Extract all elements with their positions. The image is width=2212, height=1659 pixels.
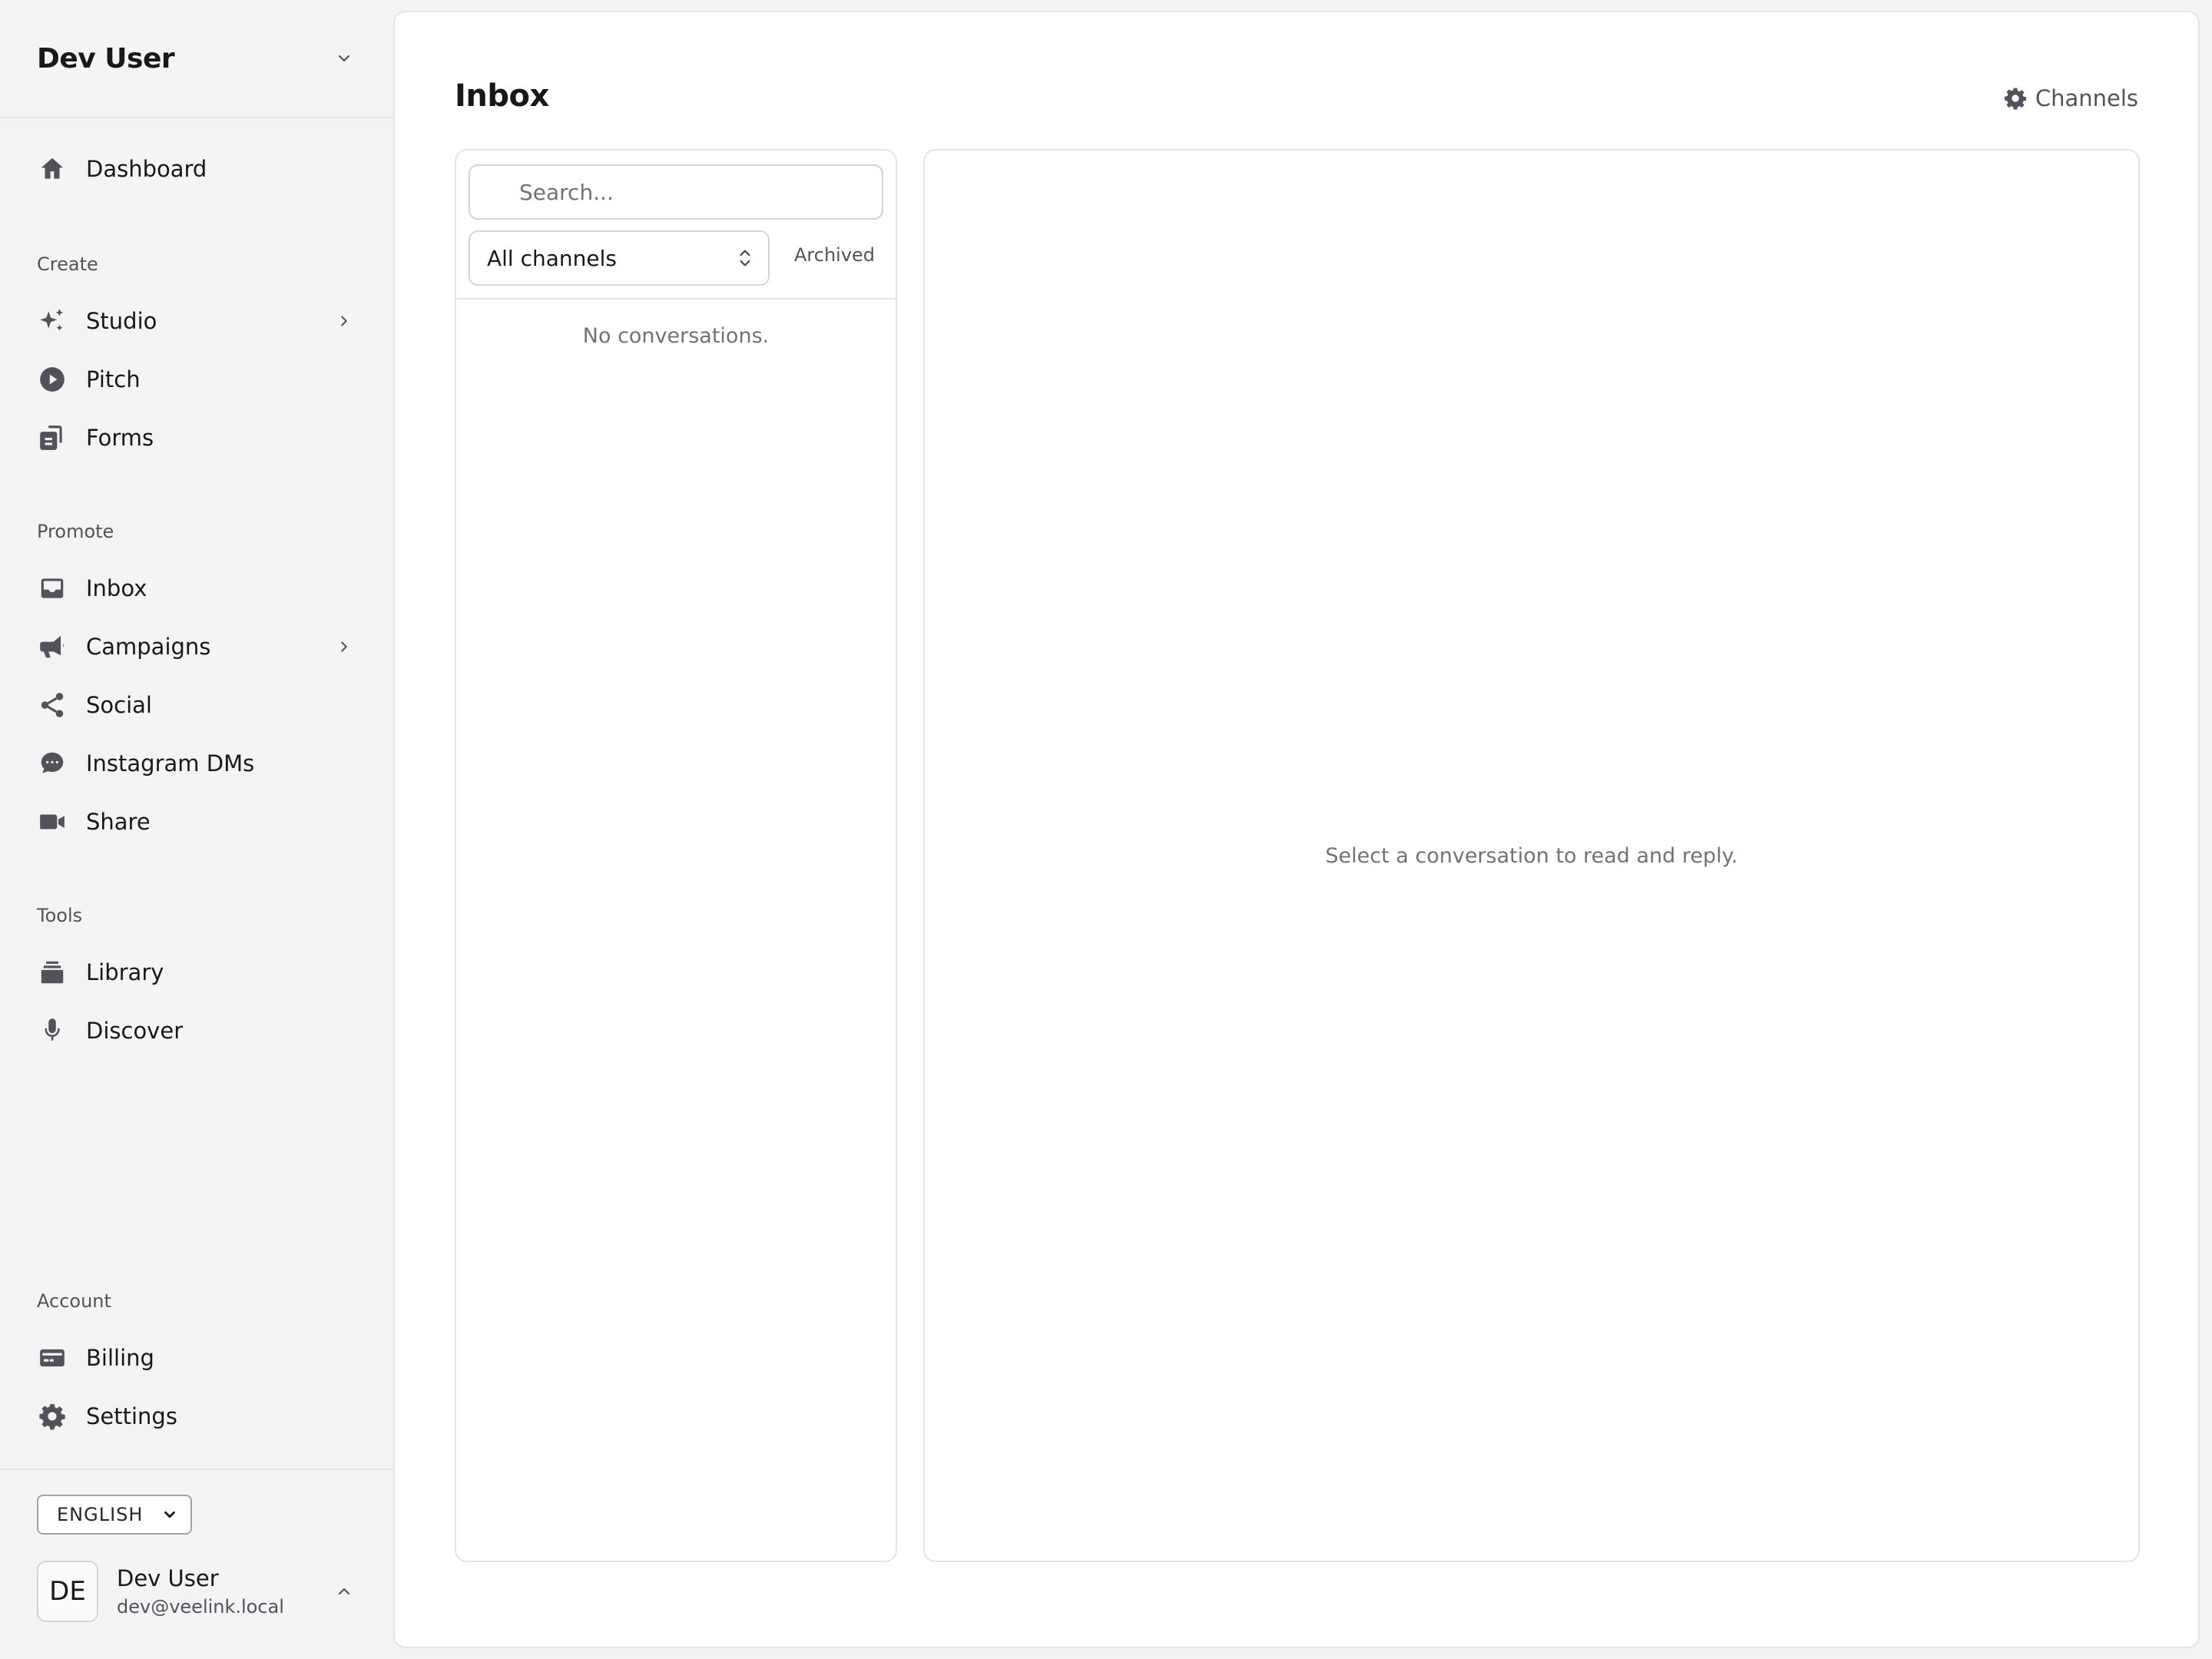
sidebar-item-label: Instagram DMs <box>86 750 255 777</box>
sidebar-item-share[interactable]: Share <box>37 797 356 846</box>
section-label-promote: Promote <box>37 521 114 542</box>
inbox-icon <box>37 573 68 604</box>
sidebar-item-library[interactable]: Library <box>37 948 356 997</box>
gear-icon <box>2004 88 2026 110</box>
section-label-create: Create <box>37 253 98 275</box>
megaphone-icon <box>37 631 68 662</box>
chat-bubble-icon <box>37 748 68 779</box>
list-divider <box>456 298 896 300</box>
chevron-up-down-icon <box>740 250 750 267</box>
video-camera-icon <box>37 806 68 837</box>
sidebar-item-studio[interactable]: Studio <box>37 296 356 346</box>
sidebar-item-forms[interactable]: Forms <box>37 413 356 462</box>
sidebar-item-label: Discover <box>86 1018 184 1044</box>
share-nodes-icon <box>37 690 68 720</box>
stack-icon <box>37 957 68 988</box>
sidebar: Dev User Dashboard Create Studio Pitch F… <box>0 0 393 1659</box>
sidebar-item-settings[interactable]: Settings <box>37 1392 356 1441</box>
home-icon <box>37 154 68 184</box>
channel-filter-select[interactable]: All channels <box>469 230 770 286</box>
sidebar-item-label: Pitch <box>86 366 141 392</box>
section-label-account: Account <box>37 1290 111 1312</box>
user-email: dev@veelink.local <box>117 1596 284 1618</box>
workspace-name: Dev User <box>37 42 175 75</box>
sidebar-item-discover[interactable]: Discover <box>37 1006 356 1055</box>
documents-icon <box>37 422 68 453</box>
sidebar-item-dashboard[interactable]: Dashboard <box>37 144 356 194</box>
avatar: DE <box>37 1561 98 1622</box>
credit-card-icon <box>37 1343 68 1373</box>
channels-button-label: Channels <box>2035 85 2138 111</box>
sidebar-item-label: Settings <box>86 1403 177 1429</box>
conversation-list-panel: All channels Archived No conversations. <box>455 149 897 1562</box>
sidebar-item-label: Billing <box>86 1345 154 1371</box>
main-content: Inbox Channels All channels Archived No … <box>393 11 2200 1648</box>
archived-toggle[interactable]: Archived <box>794 244 875 266</box>
user-name: Dev User <box>117 1565 219 1591</box>
channel-filter-value: All channels <box>487 245 617 271</box>
sidebar-footer-divider <box>0 1469 393 1470</box>
sidebar-item-label: Inbox <box>86 575 147 601</box>
user-info: Dev User dev@veelink.local <box>117 1565 284 1618</box>
empty-list-message: No conversations. <box>582 324 770 348</box>
sidebar-item-label: Dashboard <box>86 156 207 182</box>
section-label-tools: Tools <box>37 905 83 926</box>
language-select[interactable]: ENGLISH <box>37 1495 192 1535</box>
chevron-down-icon <box>160 1505 180 1525</box>
sidebar-item-label: Library <box>86 959 164 985</box>
sidebar-item-instagram-dms[interactable]: Instagram DMs <box>37 739 356 788</box>
user-menu[interactable]: DE Dev User dev@veelink.local <box>37 1559 356 1624</box>
chevron-right-icon <box>332 309 356 333</box>
search-input[interactable] <box>469 164 883 220</box>
sidebar-item-label: Share <box>86 809 151 835</box>
sidebar-item-label: Studio <box>86 308 157 334</box>
sidebar-item-pitch[interactable]: Pitch <box>37 355 356 404</box>
play-circle-icon <box>37 364 68 395</box>
workspace-switcher[interactable]: Dev User <box>0 0 393 118</box>
sidebar-item-campaigns[interactable]: Campaigns <box>37 622 356 671</box>
chevron-down-icon <box>332 46 356 71</box>
sidebar-item-label: Social <box>86 692 152 718</box>
sidebar-item-label: Campaigns <box>86 634 211 660</box>
sidebar-item-social[interactable]: Social <box>37 680 356 730</box>
sidebar-item-billing[interactable]: Billing <box>37 1333 356 1382</box>
microphone-icon <box>37 1015 68 1046</box>
page-title: Inbox <box>455 78 549 114</box>
empty-detail-message: Select a conversation to read and reply. <box>1325 843 1738 868</box>
sparkles-icon <box>37 306 68 336</box>
gear-icon <box>37 1401 68 1432</box>
conversation-detail-panel: Select a conversation to read and reply. <box>923 149 2140 1562</box>
language-select-value: ENGLISH <box>57 1504 144 1525</box>
chevron-right-icon <box>332 634 356 659</box>
channels-button[interactable]: Channels <box>2003 81 2138 115</box>
sidebar-item-inbox[interactable]: Inbox <box>37 564 356 613</box>
chevron-up-icon <box>332 1579 356 1604</box>
sidebar-item-label: Forms <box>86 425 154 451</box>
app-root: Dev User Dashboard Create Studio Pitch F… <box>0 0 2212 1659</box>
